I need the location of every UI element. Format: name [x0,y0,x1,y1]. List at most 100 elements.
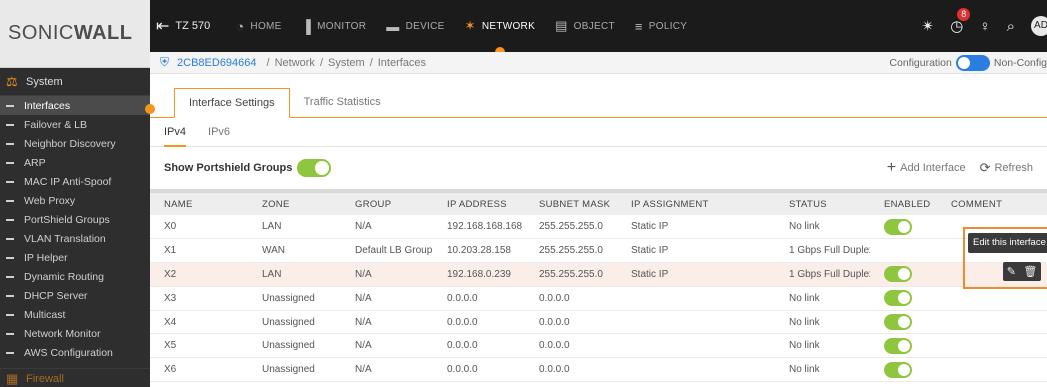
cell-enabled [870,286,937,310]
sidebar: SONICWALL ⚖ System Interfaces Failover & … [0,0,150,387]
table-row[interactable]: X5 Unassigned N/A 0.0.0.0 0.0.0.0 No link [150,334,1047,358]
config-mode-toggle[interactable] [955,55,990,71]
cell-name: X3 [164,292,177,304]
show-portshield-toggle[interactable] [297,159,332,177]
sidebar-section-label: Firewall [26,373,64,385]
search-icon[interactable]: ⌕ [1007,18,1015,35]
tab-traffic-statistics[interactable]: Traffic Statistics [290,87,395,117]
cell-mask: 0.0.0.0 [539,340,570,352]
help-icon[interactable]: ♀ [979,18,990,35]
table-row[interactable]: X0 LAN N/A 192.168.168.168 255.255.255.0 Stat… [150,215,1047,239]
avatar[interactable]: AD [1031,16,1047,36]
cell-assign [617,310,775,334]
table-row[interactable]: X3 Unassigned N/A 0.0.0.0 0.0.0.0 No link [150,286,1047,311]
sidebar-item-aws-configuration[interactable]: AWS Configuration [0,343,150,362]
column-header-status[interactable]: STATUS [775,191,870,215]
column-header-comment[interactable]: COMMENT [937,191,1047,215]
cell-enabled [870,263,937,287]
sidebar-item-ip-helper[interactable]: IP Helper [0,248,150,267]
topnav-monitor[interactable]: ▐ MONITOR [302,0,367,52]
sidebar-item-neighbor-discovery[interactable]: Neighbor Discovery [0,134,150,153]
cell-mask: 0.0.0.0 [539,316,570,328]
add-interface-label: Add Interface [900,162,966,174]
cell-ip: 192.168.168.168 [447,221,523,233]
device-serial[interactable]: 2CB8ED694664 [177,57,257,69]
cell-ip: 0.0.0.0 [447,316,478,328]
sidebar-item-arp[interactable]: ARP [0,153,150,172]
enabled-toggle[interactable] [884,218,912,235]
add-interface-button[interactable]: + Add Interface [887,159,966,177]
enabled-toggle[interactable] [884,266,912,283]
column-header-ip-address[interactable]: IP ADDRESS [433,191,525,215]
enabled-toggle[interactable] [884,361,912,378]
row-action-buttons: ✎ 🗑︎ [1003,262,1041,281]
sidebar-item-network-monitor[interactable]: Network Monitor [0,324,150,343]
dash-icon [6,199,14,202]
topnav-home[interactable]: ◔ HOME [236,0,281,52]
edit-tooltip: Edit this interface [968,233,1047,253]
table-row[interactable]: X4 Unassigned N/A 0.0.0.0 0.0.0.0 No link [150,310,1047,334]
table-row[interactable]: X1 WAN Default LB Group 10.203.28.158 255.25… [150,239,1047,263]
edit-pencil-icon[interactable]: ✎ [1007,265,1016,278]
refresh-button[interactable]: ⟳ Refresh [980,160,1033,176]
sidebar-item-web-proxy[interactable]: Web Proxy [0,191,150,210]
active-page-indicator [145,104,155,114]
column-header-subnet-mask[interactable]: SUBNET MASK [525,191,617,215]
refresh-icon: ⟳ [979,160,991,175]
sidebar-section-system[interactable]: ⚖ System [0,68,150,96]
sidebar-nav-list: Interfaces Failover & LB Neighbor Discover… [0,96,150,362]
enabled-toggle[interactable] [884,290,912,307]
topnav-device[interactable]: ▬ DEVICE [386,0,444,52]
tab-interface-settings[interactable]: Interface Settings [174,88,290,118]
enabled-toggle[interactable] [884,314,912,331]
cell-ip: 0.0.0.0 [447,292,478,304]
sidebar-item-portshield-groups[interactable]: PortShield Groups [0,210,150,229]
sidebar-item-mac-ip-anti-spoof[interactable]: MAC IP Anti-Spoof [0,172,150,191]
cell-zone: LAN [262,268,282,280]
table-row[interactable]: X6 Unassigned N/A 0.0.0.0 0.0.0.0 No link [150,358,1047,382]
sonicwall-logo: SONICWALL [0,0,150,68]
sidebar-item-dynamic-routing[interactable]: Dynamic Routing [0,267,150,286]
topnav-label: POLICY [648,20,688,32]
subtab-ipv6[interactable]: IPv6 [208,118,230,147]
column-header-name[interactable]: NAME [150,191,248,215]
cell-group: N/A [355,340,372,352]
dash-icon [6,104,14,107]
delete-trash-icon[interactable]: 🗑︎ [1023,265,1037,278]
toolbar: Show Portshield Groups + Add Interface ⟳… [150,147,1047,189]
device-model-menu[interactable]: ⇤ TZ 570 [156,16,210,36]
cell-comment [937,358,1047,382]
dash-icon [6,218,14,221]
cell-zone: WAN [262,245,285,257]
cell-group: N/A [355,221,372,233]
collapse-menu-icon[interactable]: ⇤ [156,16,169,36]
tab-bar: Interface Settings Traffic Statistics [145,74,1047,118]
column-header-zone[interactable]: ZONE [248,191,341,215]
column-header-ip-assignment[interactable]: IP ASSIGNMENT [617,191,775,215]
sidebar-section-firewall[interactable]: ▦ Firewall [0,368,150,387]
sidebar-item-dhcp-server[interactable]: DHCP Server [0,286,150,305]
table-body: X0 LAN N/A 192.168.168.168 255.255.255.0 Stat… [150,215,1047,382]
topnav-network[interactable]: ✶ NETWORK [465,0,535,52]
column-header-group[interactable]: GROUP [341,191,433,215]
cell-name: X2 [164,268,177,280]
table-row[interactable]: X2 LAN N/A 192.168.0.239 255.255.255.0 Static… [150,262,1047,287]
wand-icon[interactable]: ✴ [922,17,935,35]
topnav-label: MONITOR [317,20,367,32]
sidebar-item-vlan-translation[interactable]: VLAN Translation [0,229,150,248]
notifications-icon[interactable]: ◷ 8 [950,8,971,35]
column-header-enabled[interactable]: ENABLED [870,191,937,215]
enabled-toggle[interactable] [884,337,912,354]
cell-enabled [870,239,937,263]
subtab-ipv4[interactable]: IPv4 [164,118,187,147]
device-model: TZ 570 [175,20,211,32]
topnav-label: OBJECT [573,20,615,32]
cell-comment [937,286,1047,310]
topnav-object[interactable]: ▤ OBJECT [555,0,615,52]
topnav-policy[interactable]: ≡ POLICY [635,0,687,52]
network-icon: ✶ [464,18,476,33]
sidebar-item-failover-lb[interactable]: Failover & LB [0,115,150,134]
sidebar-item-multicast[interactable]: Multicast [0,305,150,324]
sidebar-item-interfaces[interactable]: Interfaces [0,96,150,115]
cell-name: X6 [164,364,177,376]
